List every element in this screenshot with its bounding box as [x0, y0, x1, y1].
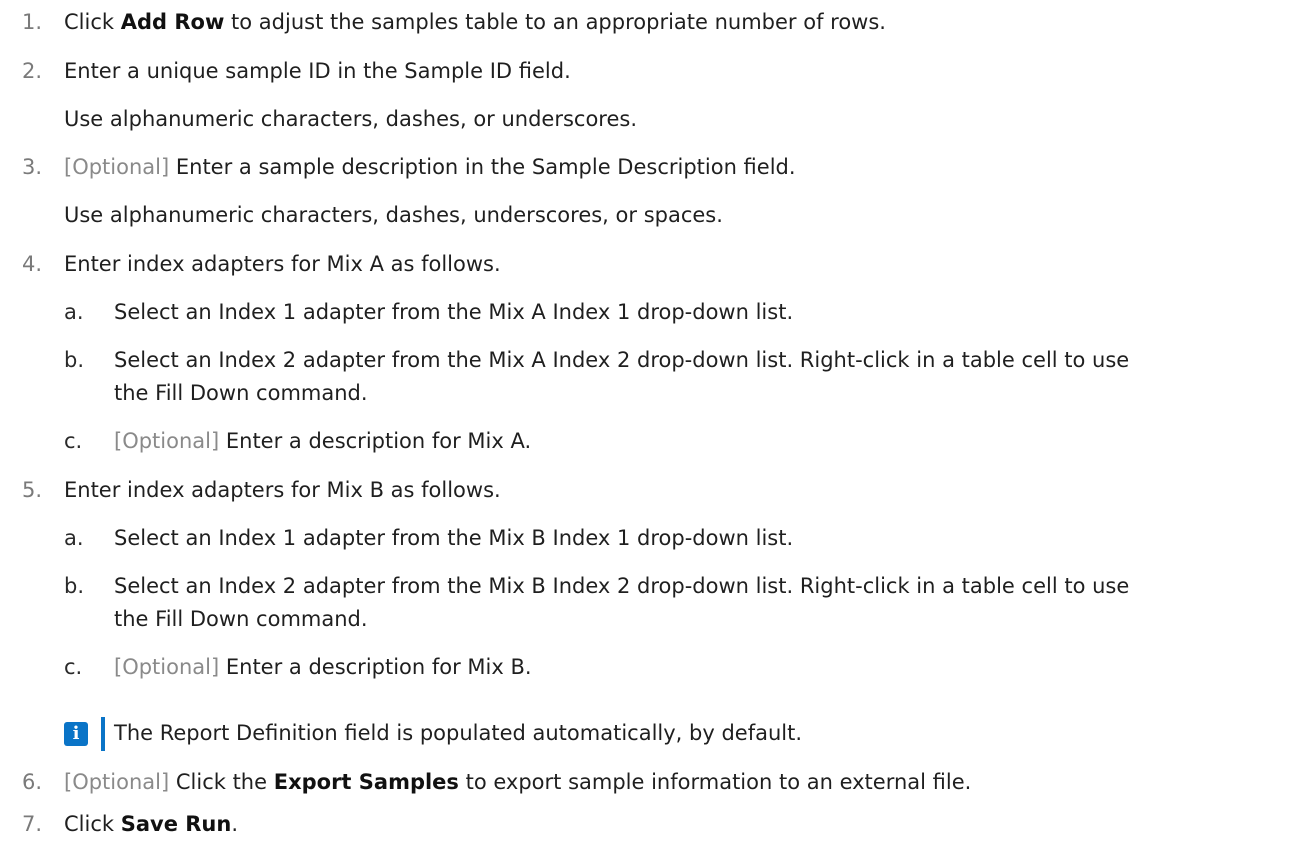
substep-text-continued: the Fill Down command.: [114, 607, 368, 631]
export-samples-label: Export Samples: [273, 770, 459, 794]
substep-text: Select an Index 2 adapter from the Mix A…: [114, 348, 1130, 372]
substep-text: Select an Index 1 adapter from the Mix B…: [114, 526, 794, 550]
substep-text: Select an Index 2 adapter from the Mix B…: [114, 574, 1130, 598]
optional-label: [Optional]: [114, 429, 220, 453]
step-text: [Optional] Enter a sample description in…: [64, 155, 796, 179]
step-text: Click Save Run.: [64, 812, 239, 836]
step-number: 5.: [22, 478, 43, 502]
substep-letter: c.: [64, 655, 83, 679]
step-text: Enter a unique sample ID in the Sample I…: [64, 59, 571, 83]
substep-text-continued: the Fill Down command.: [114, 381, 368, 405]
optional-label: [Optional]: [64, 155, 170, 179]
step-text: Enter index adapters for Mix B as follow…: [64, 478, 501, 502]
add-row-label: Add Row: [120, 10, 225, 34]
step-number: 1.: [22, 10, 43, 34]
document-page: 1. Click Add Row to adjust the samples t…: [0, 0, 1308, 851]
substep-text: Select an Index 1 adapter from the Mix A…: [114, 300, 794, 324]
step-number: 7.: [22, 812, 43, 836]
step-number: 4.: [22, 252, 43, 276]
note-bar: [101, 717, 105, 751]
substep-text: [Optional] Enter a description for Mix A…: [114, 429, 532, 453]
info-icon: i: [64, 722, 88, 746]
note-text: The Report Definition field is populated…: [114, 721, 803, 745]
step-number: 3.: [22, 155, 43, 179]
substep-letter: c.: [64, 429, 83, 453]
step-subtext: Use alphanumeric characters, dashes, or …: [64, 107, 638, 131]
save-run-label: Save Run: [120, 812, 232, 836]
substep-letter: b.: [64, 574, 85, 598]
substep-letter: b.: [64, 348, 85, 372]
step-subtext: Use alphanumeric characters, dashes, und…: [64, 203, 723, 227]
substep-letter: a.: [64, 300, 84, 324]
step-text: Click Add Row to adjust the samples tabl…: [64, 10, 886, 34]
step-text: [Optional] Click the Export Samples to e…: [64, 770, 972, 794]
step-text: Enter index adapters for Mix A as follow…: [64, 252, 501, 276]
substep-letter: a.: [64, 526, 84, 550]
optional-label: [Optional]: [64, 770, 170, 794]
step-number: 6.: [22, 770, 43, 794]
step-number: 2.: [22, 59, 43, 83]
substep-text: [Optional] Enter a description for Mix B…: [114, 655, 532, 679]
optional-label: [Optional]: [114, 655, 220, 679]
